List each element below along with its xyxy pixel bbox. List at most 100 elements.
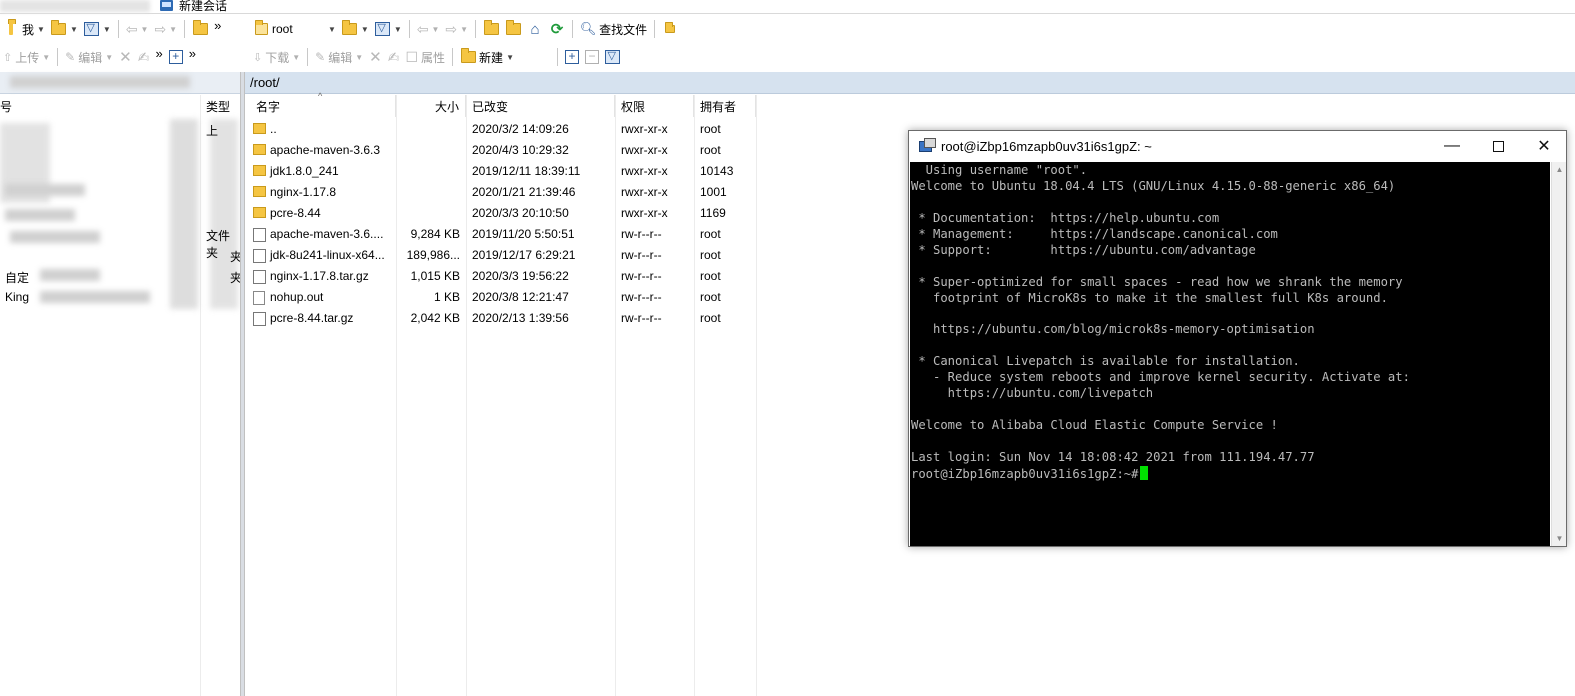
- terminal-line: https://ubuntu.com/livepatch: [911, 386, 1154, 401]
- session-tab-blurred[interactable]: [0, 0, 150, 12]
- file-row[interactable]: pcre-8.44 2020/3/3 20:10:50 rwxr-xr-x 1169: [248, 203, 758, 224]
- folder-icon: [253, 165, 266, 176]
- blurred-path: [10, 76, 190, 88]
- new-button[interactable]: 新建 ▼: [457, 46, 517, 68]
- file-row[interactable]: pcre-8.44.tar.gz 2,042 KB 2020/2/13 1:39:5…: [248, 308, 758, 329]
- blurred-region: [10, 231, 100, 243]
- upload-button[interactable]: ⇧ 上传 ▼: [0, 46, 53, 68]
- chevron-down-icon: ▼: [169, 24, 178, 34]
- file-size: 2,042 KB: [410, 311, 460, 325]
- file-row[interactable]: nginx-1.17.8.tar.gz 1,015 KB 2020/3/3 19:5…: [248, 266, 758, 287]
- file-size: 9,284 KB: [410, 227, 460, 241]
- parent-folder-icon: [253, 123, 266, 134]
- file-row[interactable]: jdk1.8.0_241 2019/12/11 18:39:11 rwxr-xr-x…: [248, 161, 758, 182]
- remote-path-bar[interactable]: /root/: [245, 72, 1575, 94]
- file-row[interactable]: apache-maven-3.6.3 2020/4/3 10:29:32 rwxr-…: [248, 140, 758, 161]
- terminal-line: Using username "root".: [911, 163, 1088, 177]
- right-delete-button[interactable]: ✕: [366, 46, 385, 68]
- refresh-button[interactable]: ⟳: [546, 18, 568, 40]
- filter-select-button[interactable]: [602, 46, 624, 68]
- column-header-name[interactable]: 名字 ^: [248, 91, 396, 117]
- file-name: nginx-1.17.8.tar.gz: [270, 269, 369, 283]
- file-owner: root: [700, 227, 721, 241]
- close-button[interactable]: ✕: [1521, 131, 1567, 161]
- forward-button[interactable]: ⇨ ▼: [442, 18, 471, 40]
- left-column-name-label: 号: [0, 99, 13, 114]
- left-expand-button[interactable]: +: [166, 46, 186, 68]
- drive-selector[interactable]: 我 ▼: [0, 18, 48, 40]
- column-header-modified[interactable]: 已改变: [466, 95, 615, 117]
- terminal-scrollbar[interactable]: ▲ ▼: [1551, 162, 1566, 546]
- maximize-button[interactable]: [1475, 131, 1521, 161]
- right-edit-button[interactable]: ✎ 编辑 ▼: [312, 46, 366, 68]
- left-column-type[interactable]: 类型: [206, 95, 240, 117]
- open-folder-icon: [51, 20, 67, 37]
- overflow-chevron-icon[interactable]: »: [211, 14, 224, 36]
- file-modified: 2020/3/2 14:09:26: [472, 122, 569, 136]
- putty-terminal-window[interactable]: root@iZbp16mzapb0uv31i6s1gpZ: ~ — ✕ Usin…: [908, 130, 1567, 547]
- delete-icon: ✕: [369, 49, 382, 66]
- file-row[interactable]: .. 2020/3/2 14:09:26 rwxr-xr-x root: [248, 119, 758, 140]
- column-header-owner[interactable]: 拥有者: [694, 95, 756, 117]
- minimize-button[interactable]: —: [1429, 131, 1475, 161]
- right-toolbar-2: ⇩ 下载 ▼ ✎ 编辑 ▼ ✕ ✍ ☐ 属性 新建 ▼ + −: [250, 44, 624, 70]
- left-path-bar[interactable]: [0, 72, 240, 94]
- edit-label: 编辑: [328, 50, 353, 65]
- left-rename-button[interactable]: ✍: [135, 46, 153, 68]
- filter-button[interactable]: ▼: [372, 18, 405, 40]
- select-all-button[interactable]: +: [562, 46, 582, 68]
- blurred-region: [5, 184, 85, 196]
- download-button[interactable]: ⇩ 下载 ▼: [250, 46, 303, 68]
- file-row[interactable]: jdk-8u241-linux-x64... 189,986... 2019/12/…: [248, 245, 758, 266]
- left-delete-button[interactable]: ✕: [116, 46, 135, 68]
- file-name: nohup.out: [270, 290, 324, 304]
- open-folder-button[interactable]: ▼: [48, 18, 81, 40]
- folder-icon: [255, 20, 268, 35]
- back-button[interactable]: ⇦ ▼: [123, 18, 152, 40]
- tree-toggle-button[interactable]: [659, 18, 681, 40]
- back-button[interactable]: ⇦ ▼: [414, 18, 443, 40]
- open-folder-button[interactable]: ▼: [339, 18, 372, 40]
- path-input[interactable]: root: [253, 20, 325, 38]
- file-owner: root: [700, 269, 721, 283]
- toolbar-separator: [452, 48, 454, 66]
- column-name-label: 名字: [256, 99, 281, 114]
- new-label: 新建: [479, 50, 504, 65]
- parent-dir-button[interactable]: [480, 18, 502, 40]
- file-row[interactable]: nginx-1.17.8 2020/1/21 21:39:46 rwxr-xr-x 1…: [248, 182, 758, 203]
- unselect-all-button[interactable]: −: [582, 46, 602, 68]
- properties-button[interactable]: ☐ 属性: [402, 46, 448, 68]
- left-edit-button[interactable]: ✎ 编辑 ▼: [62, 46, 116, 68]
- chevron-down-icon: ▼: [37, 24, 45, 34]
- path-input-value: root: [272, 22, 293, 36]
- file-name: jdk-8u241-linux-x64...: [270, 248, 385, 262]
- scroll-down-icon[interactable]: ▼: [1552, 531, 1567, 546]
- file-modified: 2019/12/11 18:39:11: [472, 164, 581, 178]
- forward-button[interactable]: ⇨ ▼: [151, 18, 180, 40]
- overflow-chevron-icon[interactable]: »: [152, 42, 165, 64]
- new-session-tab[interactable]: 新建会话: [160, 0, 227, 13]
- minimize-icon: —: [1444, 137, 1460, 154]
- file-name: pcre-8.44: [270, 206, 321, 220]
- scroll-up-icon[interactable]: ▲: [1552, 162, 1567, 177]
- remote-path-selector[interactable]: root ▼: [250, 18, 339, 40]
- find-files-button[interactable]: 🔍︎ 查找文件: [577, 18, 650, 40]
- pane-splitter[interactable]: [240, 72, 245, 696]
- left-column-name[interactable]: 号: [0, 95, 200, 117]
- column-header-permissions[interactable]: 权限: [615, 95, 694, 117]
- terminal-line: - Reduce system reboots and improve kern…: [911, 370, 1410, 385]
- right-rename-button[interactable]: ✍: [385, 46, 403, 68]
- file-row[interactable]: apache-maven-3.6.... 9,284 KB 2019/11/20 5…: [248, 224, 758, 245]
- file-owner: root: [700, 290, 721, 304]
- file-row[interactable]: nohup.out 1 KB 2020/3/8 12:21:47 rw-r--r-- r…: [248, 287, 758, 308]
- terminal-screen[interactable]: Using username "root". Welcome to Ubuntu …: [910, 162, 1550, 546]
- parent-dir-button[interactable]: [189, 18, 211, 40]
- overflow-chevron-icon[interactable]: »: [186, 42, 199, 64]
- filter-button[interactable]: ▼: [81, 18, 114, 40]
- root-dir-button[interactable]: [502, 18, 524, 40]
- column-header-size[interactable]: 大小: [396, 95, 466, 117]
- maximize-icon: [1492, 140, 1504, 152]
- forward-arrow-icon: ⇨: [445, 20, 458, 37]
- home-dir-button[interactable]: ⌂: [524, 18, 546, 40]
